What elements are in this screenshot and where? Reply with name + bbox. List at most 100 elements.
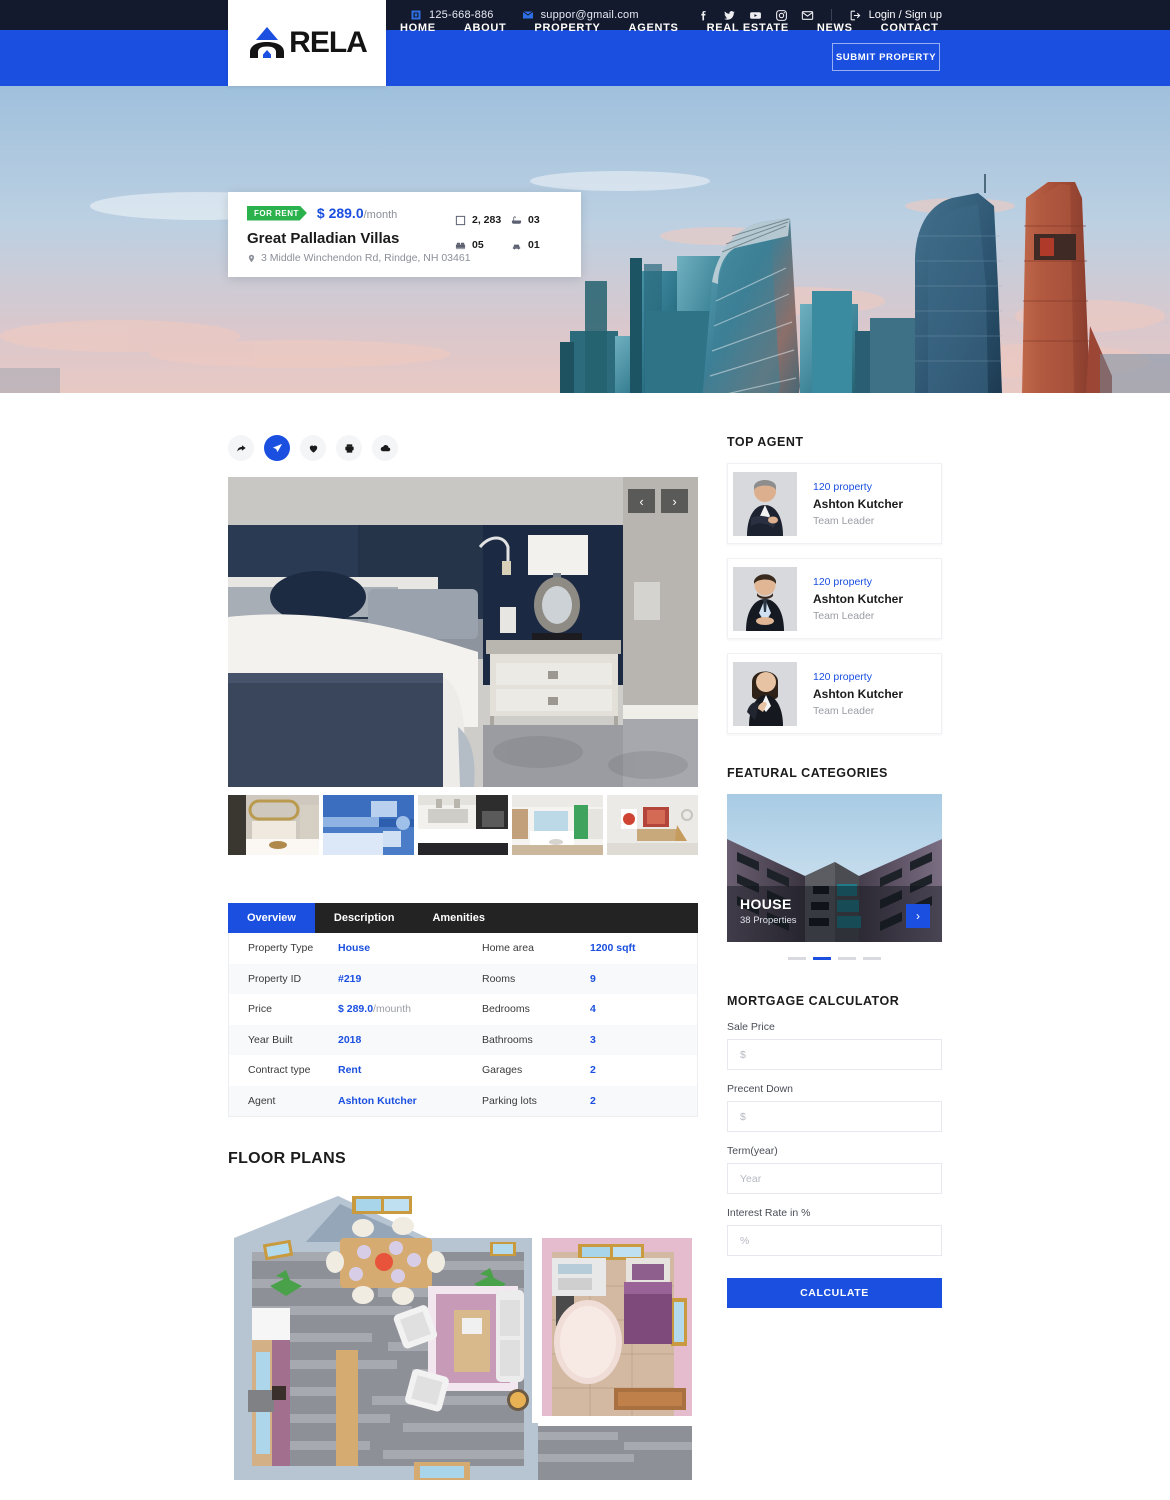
agent-property-count[interactable]: 120 property <box>813 576 903 588</box>
agent-photo-1 <box>733 566 797 631</box>
tab-description[interactable]: Description <box>315 903 414 933</box>
calculate-button[interactable]: CALCULATE <box>727 1278 942 1308</box>
row-value: #219 <box>338 972 362 985</box>
property-detail-column: ‹ › Overview Description Amenities Prope… <box>228 435 698 1480</box>
agent-role: Team Leader <box>813 514 875 527</box>
gallery-prev-button[interactable]: ‹ <box>628 489 655 513</box>
logo-text: RELA <box>289 26 368 59</box>
avatar <box>733 566 797 631</box>
agent-role: Team Leader <box>813 609 875 622</box>
category-carousel-dots <box>727 957 942 960</box>
row-value: 1200 sqft <box>590 942 636 955</box>
tab-overview[interactable]: Overview <box>228 903 315 933</box>
term-year-label: Term(year) <box>727 1145 778 1157</box>
table-row: Bathrooms 3 <box>463 1024 697 1055</box>
list-item[interactable]: 120 property Ashton Kutcher Team Leader <box>727 653 942 734</box>
row-key: Price <box>248 1003 272 1016</box>
hero-city-skyline-image <box>0 86 1170 393</box>
area-icon <box>455 215 466 225</box>
category-name: HOUSE <box>740 896 792 912</box>
nav-item-news[interactable]: NEWS <box>817 22 853 34</box>
agent-photo-0 <box>733 471 797 536</box>
stat-bath: 03 <box>511 214 567 226</box>
row-key: Bathrooms <box>482 1033 533 1046</box>
percent-down-input[interactable] <box>727 1101 942 1132</box>
table-row: Year Built 2018 <box>229 1024 463 1055</box>
nav-item-home[interactable]: HOME <box>400 22 436 34</box>
avatar <box>733 471 797 536</box>
agent-info: 120 property Ashton Kutcher Team Leader <box>797 481 903 527</box>
row-value: 2 <box>590 1064 596 1077</box>
gallery-thumb-1[interactable] <box>322 795 414 855</box>
hero-property-card[interactable]: FOR RENT $ 289.0/month Great Palladian V… <box>228 192 581 277</box>
favorite-button[interactable] <box>300 435 326 461</box>
category-next-button[interactable]: › <box>906 904 930 928</box>
gallery-navigation: ‹ › <box>628 489 688 513</box>
interest-rate-input[interactable] <box>727 1225 942 1256</box>
agent-role: Team Leader <box>813 704 875 717</box>
category-card[interactable]: HOUSE 38 Properties › <box>727 794 942 942</box>
list-item[interactable]: 120 property Ashton Kutcher Team Leader <box>727 558 942 639</box>
row-value: 9 <box>590 972 596 985</box>
hero-card-stats: 2, 283 03 05 01 <box>455 214 567 251</box>
stat-bed-value: 05 <box>472 239 484 251</box>
download-button[interactable] <box>372 435 398 461</box>
table-row: Contract type Rent <box>229 1055 463 1086</box>
row-value: House <box>338 942 371 955</box>
nav-item-real-estate[interactable]: REAL ESTATE <box>707 22 789 34</box>
share-button[interactable] <box>228 435 254 461</box>
nav-item-about[interactable]: ABOUT <box>464 22 507 34</box>
carousel-dot-2[interactable] <box>838 957 856 960</box>
gallery-main-bedroom-image <box>228 477 698 787</box>
row-key: Year Built <box>248 1033 293 1046</box>
carousel-dot-3[interactable] <box>863 957 881 960</box>
property-tabs-section: Overview Description Amenities Property … <box>228 903 698 1117</box>
table-row: Parking lots 2 <box>463 1085 697 1116</box>
status-badge: FOR RENT <box>247 205 307 221</box>
interest-rate-field: Interest Rate in % <box>727 1207 942 1256</box>
nav-item-property[interactable]: PROPERTY <box>534 22 600 34</box>
gallery-thumb-4[interactable] <box>607 795 698 855</box>
row-value: 4 <box>590 1003 596 1016</box>
list-item[interactable]: 120 property Ashton Kutcher Team Leader <box>727 463 942 544</box>
sale-price-input[interactable] <box>727 1039 942 1070</box>
tab-amenities[interactable]: Amenities <box>413 903 504 933</box>
overview-right-column: Home area 1200 sqft Rooms 9 Bedrooms 4 Bath… <box>463 933 697 1116</box>
hero-card-address-text: 3 Middle Winchendon Rd, Rindge, NH 03461 <box>261 252 471 264</box>
property-gallery[interactable]: ‹ › <box>228 477 698 787</box>
send-button[interactable] <box>264 435 290 461</box>
logo[interactable]: RELA <box>228 0 386 86</box>
category-count: 38 Properties <box>740 915 797 926</box>
row-value[interactable]: Ashton Kutcher <box>338 1095 417 1107</box>
hero-banner <box>0 86 1170 393</box>
submit-property-button[interactable]: SUBMIT PROPERTY <box>832 43 940 71</box>
hero-card-address: 3 Middle Winchendon Rd, Rindge, NH 03461 <box>247 252 565 264</box>
print-button[interactable] <box>336 435 362 461</box>
floor-plans-heading: FLOOR PLANS <box>228 1150 346 1167</box>
term-year-input[interactable] <box>727 1163 942 1194</box>
row-value: 2 <box>590 1094 596 1107</box>
gallery-thumb-3[interactable] <box>512 795 604 855</box>
gallery-next-button[interactable]: › <box>661 489 688 513</box>
row-key: Rooms <box>482 972 516 985</box>
agent-property-count[interactable]: 120 property <box>813 481 903 493</box>
agent-property-count[interactable]: 120 property <box>813 671 903 683</box>
nav-item-agents[interactable]: AGENTS <box>629 22 679 34</box>
sidebar: TOP AGENT 120 property Ashton Kutcher Te… <box>727 435 942 1308</box>
stat-bath-value: 03 <box>528 214 540 226</box>
row-key: Property ID <box>248 972 302 985</box>
bed-icon <box>455 242 466 249</box>
print-icon <box>344 443 354 453</box>
row-key: Property Type <box>248 942 314 955</box>
share-icon <box>236 444 246 452</box>
row-value: 2018 <box>338 1033 362 1046</box>
gallery-thumb-0[interactable] <box>228 795 319 855</box>
nav-item-contact[interactable]: CONTACT <box>881 22 939 34</box>
gallery-thumb-2[interactable] <box>417 795 509 855</box>
carousel-dot-0[interactable] <box>788 957 806 960</box>
stat-area-value: 2, 283 <box>472 214 502 226</box>
carousel-dot-1[interactable] <box>813 957 831 960</box>
category-label: HOUSE 38 Properties <box>740 896 797 926</box>
cloud-download-icon <box>380 444 390 451</box>
featural-categories-heading: FEATURAL CATEGORIES <box>727 766 888 780</box>
